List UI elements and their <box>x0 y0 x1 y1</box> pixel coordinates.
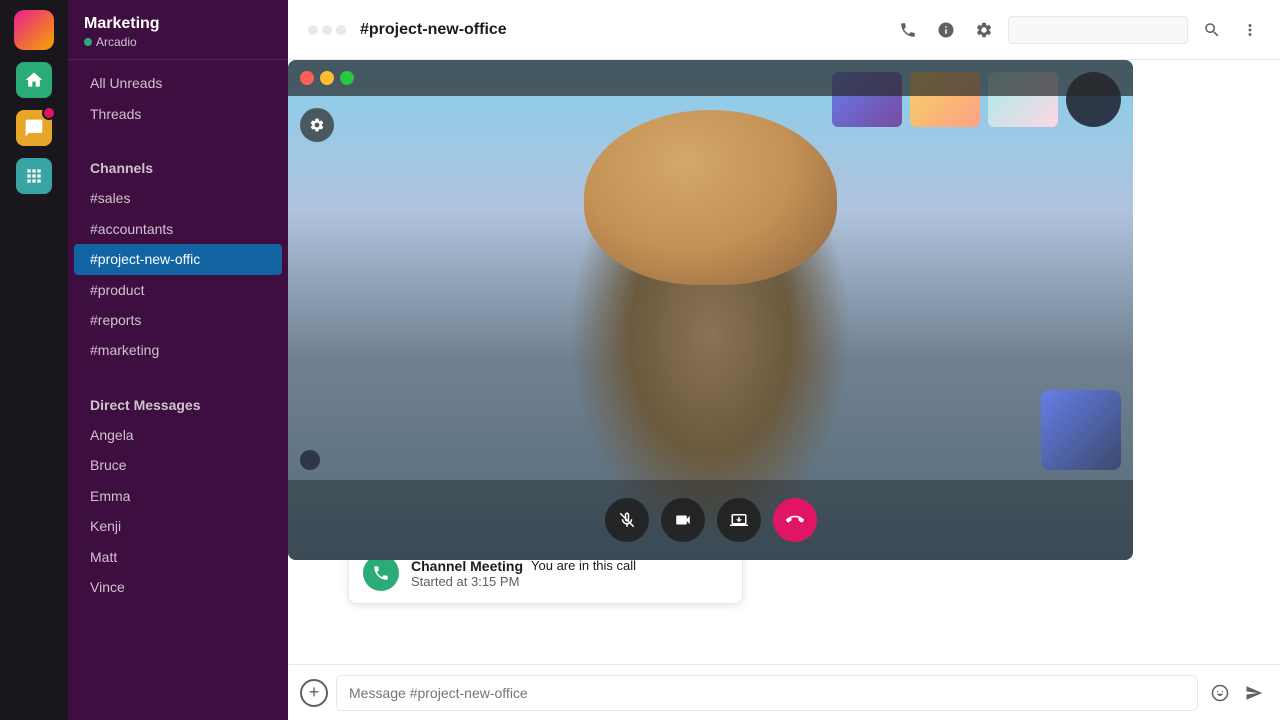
sidebar-item-project-new-office[interactable]: #project-new-offic <box>74 244 282 274</box>
rail-icon-home[interactable] <box>16 62 52 98</box>
settings-icon[interactable] <box>970 16 998 44</box>
dm-vince-label: Vince <box>90 576 125 598</box>
screen-share-btn[interactable] <box>717 498 761 542</box>
meeting-status: You are in this call <box>531 558 636 573</box>
dm-emma-label: Emma <box>90 485 130 507</box>
info-icon[interactable] <box>932 16 960 44</box>
workspace-avatar[interactable] <box>14 10 54 50</box>
window-close-btn[interactable] <box>300 71 314 85</box>
sidebar-item-reports[interactable]: #reports <box>74 305 282 335</box>
sidebar-dm-section: Direct Messages Angela Bruce Emma Kenji … <box>68 374 288 611</box>
channel-project-new-office-label: #project-new-offic <box>90 248 200 270</box>
send-btn[interactable] <box>1240 679 1268 707</box>
huddle-dots <box>304 25 350 35</box>
channel-header: #project-new-office <box>288 0 1280 60</box>
dm-kenji-label: Kenji <box>90 515 121 537</box>
emoji-btn[interactable] <box>1206 679 1234 707</box>
channels-header-label: Channels <box>90 157 153 179</box>
channel-marketing-label: #marketing <box>90 339 159 361</box>
sidebar-item-product[interactable]: #product <box>74 275 282 305</box>
mute-btn[interactable] <box>605 498 649 542</box>
sidebar-nav-section: All Unreads Threads <box>68 60 288 137</box>
sidebar-item-all-unreads[interactable]: All Unreads <box>74 68 282 98</box>
channel-sales-label: #sales <box>90 187 130 209</box>
message-input[interactable] <box>336 675 1198 711</box>
dm-bruce-label: Bruce <box>90 454 127 476</box>
sidebar: Marketing Arcadio All Unreads Threads Ch… <box>68 0 288 720</box>
rail-icon-dms[interactable] <box>16 110 52 146</box>
video-call-overlay <box>288 60 1133 560</box>
huddle-dot-1 <box>308 25 318 35</box>
meeting-time: Started at 3:15 PM <box>411 574 728 589</box>
channel-accountants-label: #accountants <box>90 218 173 240</box>
video-thumb-self <box>1041 390 1121 470</box>
message-input-bar: + <box>288 664 1280 720</box>
sidebar-channels-section: Channels #sales #accountants #project-ne… <box>68 137 288 374</box>
video-main <box>288 60 1133 560</box>
icon-rail <box>0 0 68 720</box>
workspace-name: Marketing <box>84 14 272 33</box>
window-maximize-btn[interactable] <box>340 71 354 85</box>
dm-header-label: Direct Messages <box>90 394 201 416</box>
workspace-header: Marketing Arcadio <box>68 0 288 60</box>
sidebar-dm-angela[interactable]: Angela <box>74 420 282 450</box>
more-icon[interactable] <box>1236 16 1264 44</box>
sidebar-item-marketing[interactable]: #marketing <box>74 335 282 365</box>
sidebar-dm-emma[interactable]: Emma <box>74 481 282 511</box>
header-icons <box>894 16 1264 44</box>
end-call-btn[interactable] <box>773 498 817 542</box>
meeting-phone-icon <box>363 555 399 591</box>
channels-header: Channels <box>74 153 282 183</box>
status-dot <box>84 38 92 46</box>
huddle-dot-3 <box>336 25 346 35</box>
dm-badge <box>42 106 56 120</box>
all-unreads-label: All Unreads <box>90 72 162 94</box>
rail-icon-apps[interactable] <box>16 158 52 194</box>
dm-angela-label: Angela <box>90 424 134 446</box>
main-area: #project-new-office <box>288 0 1280 720</box>
channel-product-label: #product <box>90 279 144 301</box>
workspace-status: Arcadio <box>84 35 272 49</box>
search-icon[interactable] <box>1198 16 1226 44</box>
sidebar-item-sales[interactable]: #sales <box>74 183 282 213</box>
video-toggle-btn[interactable] <box>661 498 705 542</box>
add-attachment-btn[interactable]: + <box>300 679 328 707</box>
sidebar-dm-kenji[interactable]: Kenji <box>74 511 282 541</box>
window-minimize-btn[interactable] <box>320 71 334 85</box>
sidebar-dm-matt[interactable]: Matt <box>74 542 282 572</box>
huddle-dot-2 <box>322 25 332 35</box>
sidebar-dm-vince[interactable]: Vince <box>74 572 282 602</box>
header-search[interactable] <box>1008 16 1188 44</box>
workspace-user: Arcadio <box>96 35 137 49</box>
meeting-text: Channel Meeting You are in this call Sta… <box>411 558 728 589</box>
input-actions <box>1206 679 1268 707</box>
threads-label: Threads <box>90 103 141 125</box>
window-chrome <box>288 60 1133 96</box>
video-settings-btn[interactable] <box>300 108 334 142</box>
channel-reports-label: #reports <box>90 309 141 331</box>
chat-area: Channel Meeting You are in this call Sta… <box>288 60 1280 664</box>
sidebar-dm-bruce[interactable]: Bruce <box>74 450 282 480</box>
dm-matt-label: Matt <box>90 546 117 568</box>
dm-header: Direct Messages <box>74 390 282 420</box>
video-controls-bar <box>288 480 1133 560</box>
channel-name: #project-new-office <box>360 21 884 39</box>
phone-icon[interactable] <box>894 16 922 44</box>
sidebar-item-threads[interactable]: Threads <box>74 99 282 129</box>
sidebar-item-accountants[interactable]: #accountants <box>74 214 282 244</box>
video-indicator <box>300 450 320 470</box>
